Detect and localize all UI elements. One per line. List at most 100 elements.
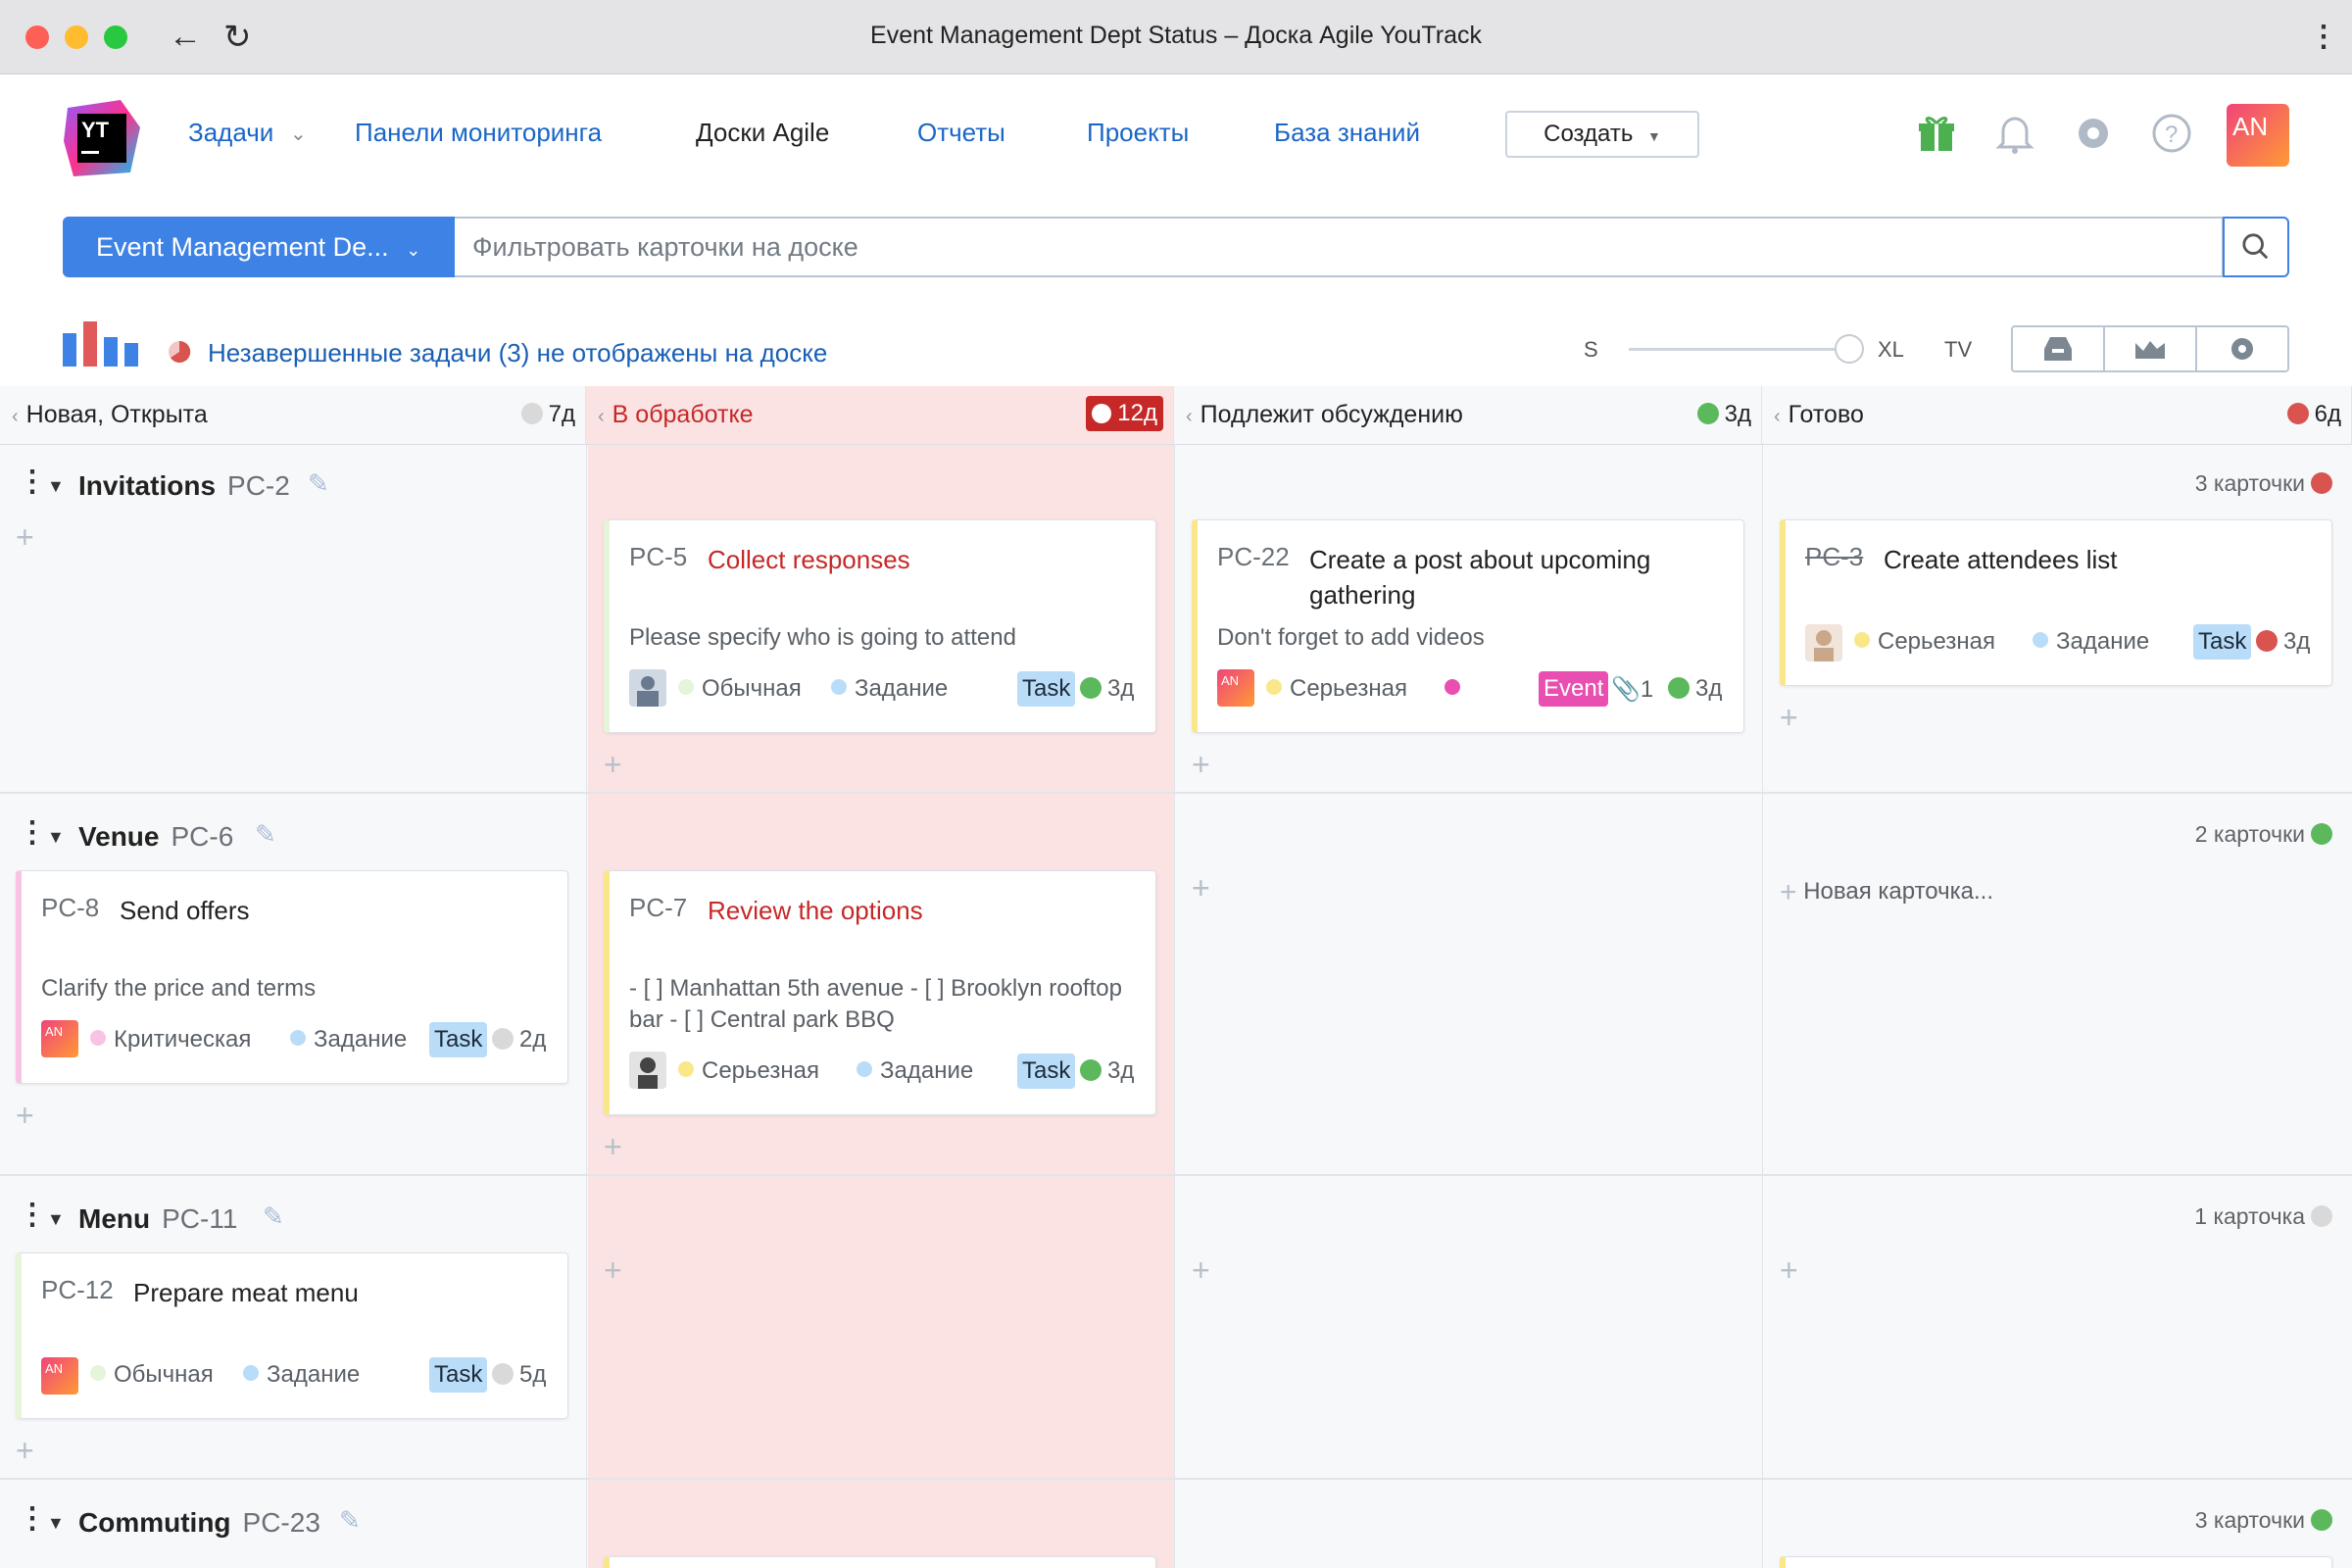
add-card-button[interactable]: +	[16, 1433, 34, 1469]
edit-pencil-icon[interactable]: ✎	[263, 1201, 284, 1232]
tag-task[interactable]: Task	[1017, 1054, 1076, 1089]
collapse-chevron-icon[interactable]: ‹	[1186, 406, 1193, 427]
nav-projects[interactable]: Проекты	[1087, 118, 1189, 148]
add-card-button[interactable]: +	[16, 1098, 34, 1134]
add-card-button[interactable]: +	[604, 1129, 622, 1165]
nav-agile-boards[interactable]: Доски Agile	[696, 118, 829, 148]
swimlane-title[interactable]: Menu PC-11	[78, 1203, 237, 1235]
size-tv-label[interactable]: TV	[1944, 337, 1972, 363]
add-card-button[interactable]: +	[1780, 1252, 1798, 1289]
card-id[interactable]: PC-8	[41, 893, 99, 923]
tag-task[interactable]: Task	[2193, 624, 2252, 660]
collapse-arrow-icon[interactable]: ▼	[47, 827, 65, 848]
settings-gear-icon[interactable]	[2070, 110, 2117, 157]
card-pc-7[interactable]: PC-7 Review the options - [ ] Manhattan …	[604, 870, 1156, 1115]
card-title[interactable]: Prepare meat menu	[133, 1275, 359, 1310]
user-avatar[interactable]: AN	[2227, 104, 2289, 167]
assignee-avatar[interactable]	[1805, 624, 1842, 662]
card-size-slider-knob[interactable]	[1835, 334, 1864, 364]
card-title[interactable]: Create a post about upcoming gathering	[1309, 542, 1731, 612]
tag-task[interactable]: Task	[1017, 671, 1076, 707]
swimlane-title[interactable]: Venue PC-6	[78, 821, 233, 853]
type-field[interactable]: Задание	[831, 675, 948, 703]
column-header-done[interactable]: ‹ Готово 6д	[1762, 386, 2352, 445]
card-pc-3[interactable]: PC-3 Create attendees list Серьезная Зад…	[1780, 519, 2332, 686]
tag-task[interactable]: Task	[429, 1357, 488, 1393]
type-field[interactable]: Задание	[857, 1057, 973, 1085]
edit-pencil-icon[interactable]: ✎	[339, 1505, 361, 1536]
add-card-button[interactable]: +	[1780, 700, 1798, 736]
add-card-button[interactable]: +	[604, 747, 622, 783]
tag-event[interactable]: Event	[1539, 671, 1609, 707]
edit-pencil-icon[interactable]: ✎	[255, 819, 276, 850]
card-id[interactable]: PC-3	[1805, 542, 1863, 572]
add-card-button[interactable]: +	[1192, 747, 1210, 783]
card-partial[interactable]	[1780, 1556, 2332, 1568]
search-icon[interactable]	[2223, 217, 2289, 277]
card-id[interactable]: PC-5	[629, 542, 687, 572]
card-title[interactable]: Send offers	[120, 893, 250, 928]
column-header-in-progress[interactable]: ‹ В обработке 12д	[586, 386, 1174, 445]
add-card-button[interactable]: +	[16, 519, 34, 556]
priority-field[interactable]: Обычная	[90, 1361, 214, 1389]
board-selector[interactable]: Event Management De... ⌄	[63, 217, 455, 277]
priority-field[interactable]: Серьезная	[1266, 675, 1407, 703]
add-card-button[interactable]: +	[604, 1252, 622, 1289]
board-filter-input[interactable]: Фильтровать карточки на доске	[455, 217, 2224, 277]
assignee-avatar[interactable]: AN	[41, 1357, 78, 1395]
type-field[interactable]: Задание	[243, 1361, 360, 1389]
create-button[interactable]: Создать ▼	[1505, 111, 1699, 158]
swimlane-menu-icon[interactable]: ⋮	[18, 815, 47, 850]
new-card-button[interactable]: + Новая карточка...	[1780, 876, 1993, 909]
attachments[interactable]: 📎1	[1611, 675, 1653, 704]
swimlane-menu-icon[interactable]: ⋮	[18, 1501, 47, 1536]
collapse-arrow-icon[interactable]: ▼	[47, 476, 65, 497]
card-pc-12[interactable]: PC-12 Prepare meat menu AN Обычная Задан…	[16, 1252, 568, 1419]
card-id[interactable]: PC-12	[41, 1275, 114, 1305]
swimlane-title[interactable]: Invitations PC-2	[78, 470, 290, 502]
assignee-avatar[interactable]: AN	[1217, 669, 1254, 707]
collapse-arrow-icon[interactable]: ▼	[47, 1209, 65, 1230]
priority-field[interactable]: Критическая	[90, 1026, 251, 1054]
card-id[interactable]: PC-7	[629, 893, 687, 923]
card-title[interactable]: Create attendees list	[1884, 542, 2117, 577]
card-pc-22[interactable]: PC-22 Create a post about upcoming gathe…	[1192, 519, 1744, 733]
window-menu-icon[interactable]: ⋮	[2309, 20, 2338, 54]
type-field[interactable]: Задание	[2033, 628, 2149, 656]
issues-dropdown-icon[interactable]: ⌄	[290, 122, 307, 146]
type-field[interactable]: Задание	[290, 1026, 407, 1054]
bell-icon[interactable]	[1991, 110, 2038, 157]
edit-pencil-icon[interactable]: ✎	[308, 468, 329, 499]
board-settings-button[interactable]	[2197, 327, 2287, 370]
card-title[interactable]: Review the options	[708, 893, 923, 928]
assignee-avatar[interactable]: AN	[41, 1020, 78, 1057]
nav-dashboards[interactable]: Панели мониторинга	[355, 118, 602, 148]
column-header-discussion[interactable]: ‹ Подлежит обсуждению 3д	[1174, 386, 1762, 445]
type-field[interactable]	[1445, 675, 1468, 703]
assignee-avatar[interactable]	[629, 1052, 666, 1089]
card-title[interactable]: Collect responses	[708, 542, 910, 577]
priority-field[interactable]: Серьезная	[678, 1057, 819, 1085]
collapse-chevron-icon[interactable]: ‹	[1774, 406, 1781, 427]
column-header-new[interactable]: ‹ Новая, Открыта 7д	[0, 386, 586, 445]
burndown-chart-icon[interactable]	[63, 319, 139, 367]
chart-button[interactable]	[2105, 327, 2197, 370]
add-card-button[interactable]: +	[1192, 1252, 1210, 1289]
backlog-button[interactable]	[2013, 327, 2105, 370]
assignee-avatar[interactable]	[629, 669, 666, 707]
nav-knowledge-base[interactable]: База знаний	[1274, 118, 1420, 148]
swimlane-menu-icon[interactable]: ⋮	[18, 1198, 47, 1232]
add-card-button[interactable]: +	[1192, 870, 1210, 906]
card-partial[interactable]	[604, 1556, 1156, 1568]
youtrack-logo[interactable]: YT	[62, 98, 142, 178]
collapse-chevron-icon[interactable]: ‹	[598, 406, 605, 427]
nav-reports[interactable]: Отчеты	[917, 118, 1005, 148]
tag-task[interactable]: Task	[429, 1022, 488, 1057]
gift-icon[interactable]	[1913, 110, 1960, 157]
card-pc-5[interactable]: PC-5 Collect responses Please specify wh…	[604, 519, 1156, 733]
collapse-arrow-icon[interactable]: ▼	[47, 1513, 65, 1534]
priority-field[interactable]: Серьезная	[1854, 628, 1995, 656]
unfinished-issues-link[interactable]: Незавершенные задачи (3) не отображены н…	[208, 338, 827, 368]
collapse-chevron-icon[interactable]: ‹	[12, 406, 19, 427]
help-icon[interactable]: ?	[2148, 110, 2195, 157]
